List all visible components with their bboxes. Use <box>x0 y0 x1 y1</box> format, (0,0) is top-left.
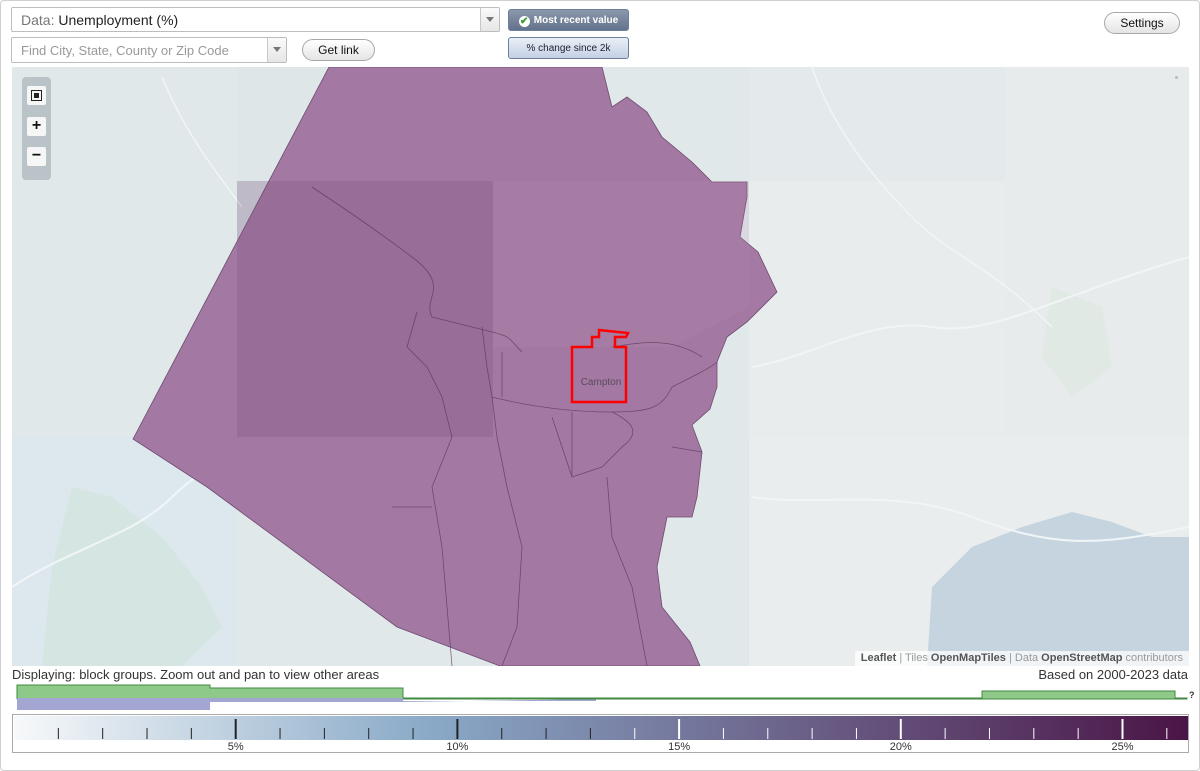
map-canvas[interactable]: Campton <box>12 67 1189 666</box>
map-tile <box>1005 67 1189 437</box>
data-prefix: Data: <box>21 12 55 28</box>
histogram-blue <box>17 698 596 710</box>
map-marker-dot <box>1175 76 1178 79</box>
zoom-out-button[interactable]: − <box>27 147 46 166</box>
leaflet-link[interactable]: Leaflet <box>861 652 896 664</box>
histogram-green <box>16 684 1188 700</box>
most-recent-value-button[interactable]: ✔ Most recent value <box>508 9 629 31</box>
block-group-shade <box>237 181 493 437</box>
legend-tick-label: 20% <box>890 741 912 752</box>
openstreetmap-link[interactable]: OpenStreetMap <box>1041 652 1122 664</box>
legend-tick-label: 15% <box>668 741 690 752</box>
most-recent-label: Most recent value <box>533 15 619 26</box>
legend-gradient <box>14 716 1188 740</box>
legend-tick-label: 5% <box>228 741 244 752</box>
percent-change-button[interactable]: % change since 2k <box>508 37 629 59</box>
legend-tick-label: 10% <box>446 741 468 752</box>
data-select-label: Data: Unemployment (%) <box>21 12 178 28</box>
settings-button[interactable]: Settings <box>1104 12 1180 34</box>
map-tile <box>749 181 1005 437</box>
attrib-sep2: | Data <box>1005 652 1042 664</box>
search-input[interactable] <box>12 38 266 62</box>
chevron-down-icon[interactable] <box>480 8 499 31</box>
check-icon: ✔ <box>518 16 530 27</box>
get-link-button[interactable]: Get link <box>302 39 375 61</box>
legend-tick-label: 25% <box>1111 741 1133 752</box>
data-value: Unemployment (%) <box>58 12 179 28</box>
chevron-down-icon[interactable] <box>267 38 286 62</box>
attrib-contributors: contributors <box>1122 652 1183 664</box>
openmaptiles-link[interactable]: OpenMapTiles <box>931 652 1006 664</box>
legend-scale: 5% 10% 15% 20% 25% <box>14 716 1188 752</box>
map-attribution: Leaflet | Tiles OpenMapTiles | Data Open… <box>854 651 1189 666</box>
value-histogram <box>16 684 1188 710</box>
zoom-in-button[interactable]: + <box>27 117 46 136</box>
color-legend: 5% 10% 15% 20% 25% <box>12 714 1189 753</box>
attrib-sep1: | Tiles <box>896 652 931 664</box>
data-select[interactable]: Data: Unemployment (%) <box>11 7 500 32</box>
location-search[interactable] <box>11 37 287 63</box>
block-group-shade <box>493 181 749 347</box>
map-view[interactable]: Campton + − Leaflet | Tiles OpenMapTiles… <box>12 67 1189 666</box>
zoom-control: + − <box>22 77 51 180</box>
place-label: Campton <box>581 377 622 388</box>
map-tile <box>749 67 1005 181</box>
displaying-note: Displaying: block groups. Zoom out and p… <box>12 667 380 682</box>
help-icon[interactable]: ? <box>1189 690 1195 700</box>
based-on-note: Based on 2000-2023 data <box>1038 667 1188 682</box>
fit-bounds-icon[interactable] <box>27 86 46 105</box>
